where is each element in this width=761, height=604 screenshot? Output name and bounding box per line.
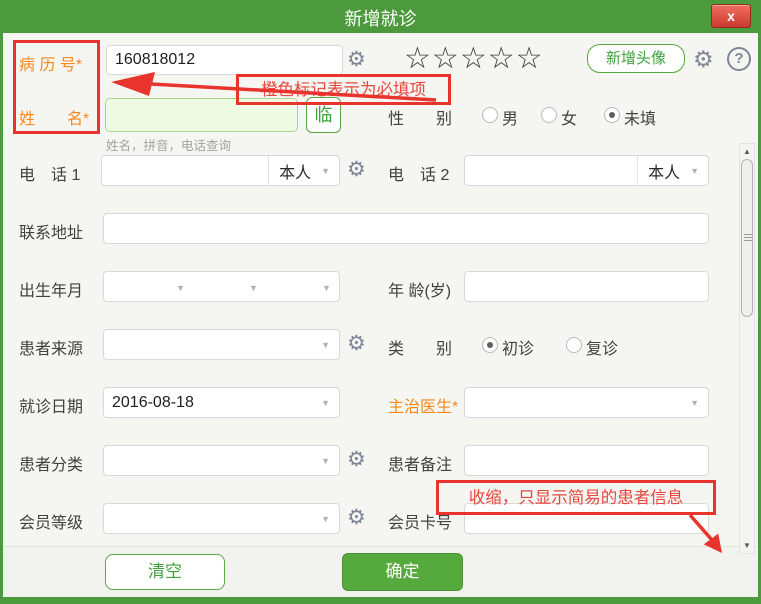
star-icon[interactable]: ☆ [516,42,544,75]
gender-label: 性 别 [388,105,452,129]
chevron-down-icon: ▼ [321,514,330,524]
member-settings-gear-icon[interactable]: ⚙ [347,507,366,528]
visit-date-value: 2016-08-18 [104,394,321,412]
star-icon[interactable]: ☆ [460,42,488,75]
chevron-down-icon: ▼ [690,398,699,408]
record-no-label: 病 历 号* [19,51,82,75]
record-no-input[interactable] [106,45,343,75]
star-icon[interactable]: ☆ [432,42,460,75]
vertical-scrollbar[interactable]: ▲ ▼ [739,143,755,554]
address-label: 联系地址 [19,219,83,243]
member-level-label: 会员等级 [19,509,83,533]
age-input[interactable] [464,271,709,302]
phone2-combo: 本人 ▼ [464,155,709,186]
collapse-note-annotation: 收缩，只显示简易的患者信息 [436,480,716,515]
category-return-visit-option: 复诊 [586,335,618,359]
chevron-down-icon[interactable]: ▼ [176,283,185,293]
gender-unfilled-option: 未填 [624,105,656,129]
star-icon[interactable]: ☆ [488,42,516,75]
phone1-relation-select[interactable]: 本人 [269,159,321,183]
phone-settings-gear-icon[interactable]: ⚙ [347,159,366,180]
birth-date-label: 出生年月 [19,277,83,301]
title-bar: 新增就诊 x [0,0,761,33]
header-settings-gear-icon[interactable]: ⚙ [693,48,714,71]
source-settings-gear-icon[interactable]: ⚙ [347,333,366,354]
phone2-input[interactable] [465,157,637,184]
close-button[interactable]: x [711,4,751,28]
visit-date-label: 就诊日期 [19,393,83,417]
address-input[interactable] [103,213,709,244]
gender-unfilled-radio[interactable] [604,107,620,123]
confirm-button[interactable]: 确定 [342,553,463,591]
chevron-down-icon[interactable]: ▼ [690,166,699,176]
gender-female-radio[interactable] [541,107,557,123]
attending-doctor-label: 主治医生* [388,393,458,417]
phone1-label: 电 话 1 [19,161,80,185]
patient-note-input[interactable] [464,445,709,476]
thumb-grip [744,234,752,235]
star-icon[interactable]: ☆ [404,42,432,75]
patient-source-label: 患者来源 [19,335,83,359]
name-label: 姓 名* [19,105,89,129]
rating-stars: ☆☆☆☆☆ [404,44,544,74]
scrollbar-thumb[interactable] [741,159,753,317]
add-avatar-button[interactable]: 新增头像 [587,44,685,73]
scroll-up-icon[interactable]: ▲ [740,147,754,156]
member-level-select[interactable]: ▼ [103,503,340,534]
phone1-combo: 本人 ▼ [101,155,340,186]
patient-source-select[interactable]: ▼ [103,329,340,360]
category-first-visit-option: 初诊 [502,335,534,359]
phone2-relation-select[interactable]: 本人 [638,159,690,183]
chevron-down-icon[interactable]: ▼ [322,283,331,293]
chevron-down-icon[interactable]: ▼ [249,283,258,293]
scroll-down-icon[interactable]: ▼ [740,541,754,550]
visit-date-select[interactable]: 2016-08-18 ▼ [103,387,340,418]
attending-doctor-select[interactable]: ▼ [464,387,709,418]
dialog-title: 新增就诊 [0,5,761,31]
gender-female-option: 女 [561,105,577,129]
category-return-visit-radio[interactable] [566,337,582,353]
age-label: 年 龄(岁) [388,277,451,301]
help-icon[interactable]: ? [727,47,751,71]
phone1-input[interactable] [102,157,268,184]
chevron-down-icon: ▼ [321,456,330,466]
birth-date-select[interactable]: ▼ ▼ ▼ [103,271,340,302]
patient-class-select[interactable]: ▼ [103,445,340,476]
name-search-hint: 姓名，拼音，电话查询 [106,135,231,154]
gender-male-radio[interactable] [482,107,498,123]
patient-class-label: 患者分类 [19,451,83,475]
required-note-annotation: 橙色标记表示为必填项 [236,74,451,105]
new-visit-dialog: 新增就诊 x 病 历 号* ⚙ ☆☆☆☆☆ 新增头像 ⚙ ? 姓 名* 临 性 … [0,0,761,604]
patient-note-label: 患者备注 [388,451,452,475]
gender-male-option: 男 [502,105,518,129]
category-first-visit-radio[interactable] [482,337,498,353]
chevron-down-icon: ▼ [321,398,330,408]
phone2-label: 电 话 2 [388,161,449,185]
chevron-down-icon: ▼ [321,340,330,350]
record-settings-gear-icon[interactable]: ⚙ [347,49,366,70]
class-settings-gear-icon[interactable]: ⚙ [347,449,366,470]
clear-button[interactable]: 清空 [105,554,225,590]
chevron-down-icon[interactable]: ▼ [321,166,330,176]
category-label: 类 别 [388,335,452,359]
